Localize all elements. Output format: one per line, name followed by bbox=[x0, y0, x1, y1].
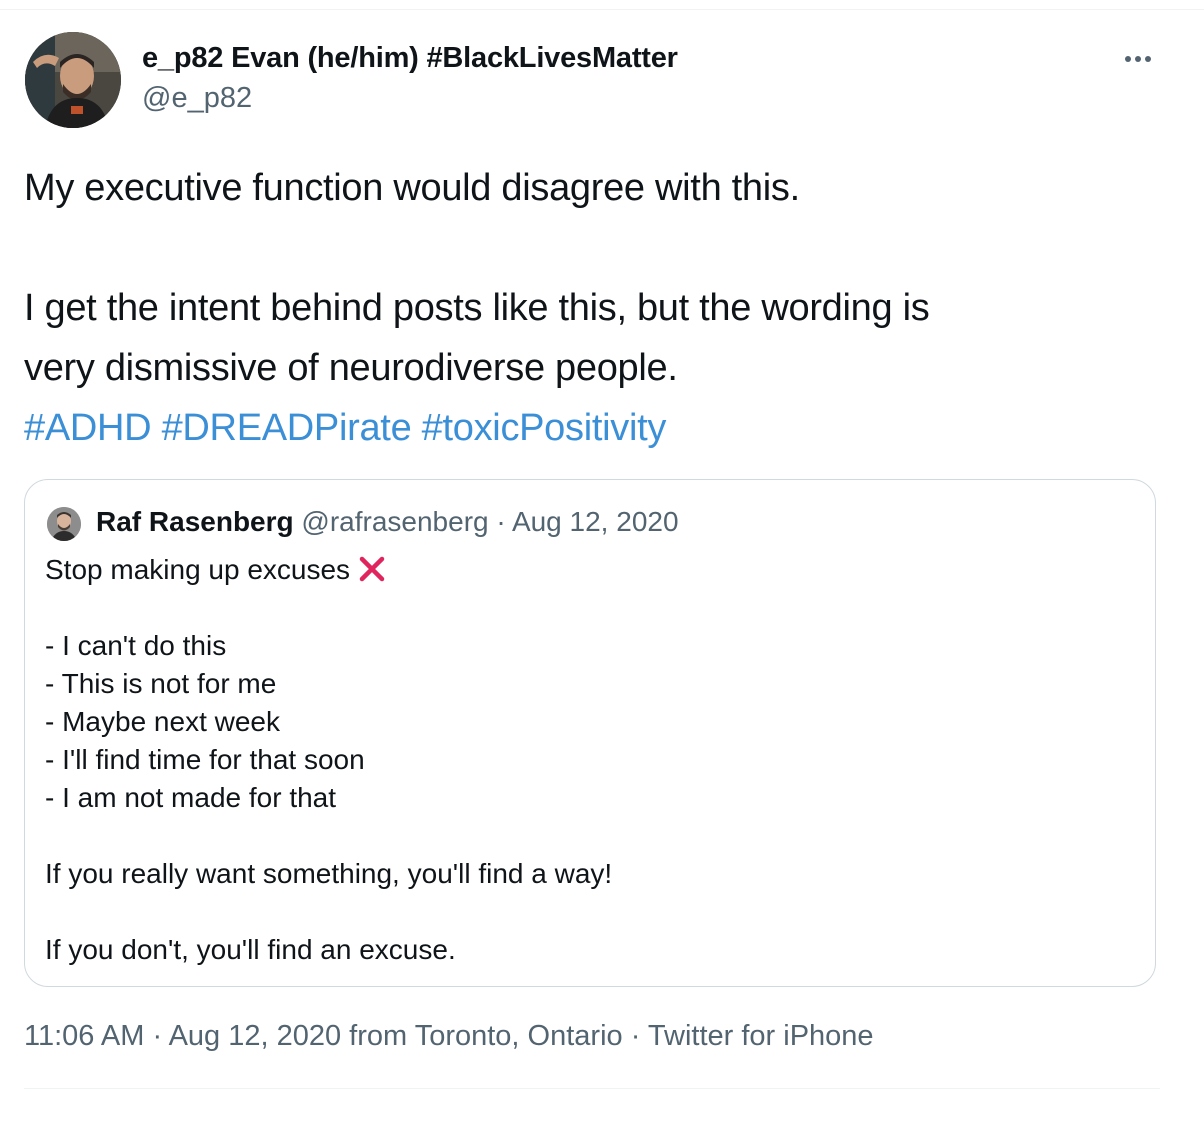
quoted-tweet-date: Aug 12, 2020 bbox=[511, 506, 679, 537]
quoted-tweet-card[interactable]: Raf Rasenberg @rafrasenberg · Aug 12, 20… bbox=[24, 479, 1156, 987]
meta-separator: · bbox=[144, 1020, 169, 1052]
tweet-text: My executive function would disagree wit… bbox=[24, 158, 1154, 458]
quoted-closing-line: If you don't, you'll find an excuse. bbox=[45, 934, 456, 965]
tweet-location: from Toronto, Ontario bbox=[341, 1020, 623, 1052]
meta-separator: · bbox=[488, 506, 512, 537]
quoted-closing-line: If you really want something, you'll fin… bbox=[45, 858, 613, 889]
quoted-author-name: Raf Rasenberg bbox=[96, 506, 294, 537]
more-horizontal-icon[interactable] bbox=[1118, 52, 1158, 66]
list-item: - I can't do this bbox=[45, 630, 227, 661]
quoted-tweet-body: Stop making up excuses - I can't do this… bbox=[45, 551, 612, 969]
author-handle[interactable]: @e_p82 bbox=[142, 82, 252, 115]
tweet-time[interactable]: 11:06 AM bbox=[24, 1020, 144, 1052]
list-item: - I'll find time for that soon bbox=[45, 744, 365, 775]
hashtag-row: #ADHD #DREADPirate #toxicPositivity bbox=[24, 398, 1154, 458]
meta-separator: · bbox=[622, 1020, 648, 1052]
tweet-line: very dismissive of neurodiverse people. bbox=[24, 347, 678, 389]
hashtag-link[interactable]: #ADHD bbox=[24, 407, 152, 449]
bottom-divider bbox=[24, 1088, 1160, 1089]
tweet-line: My executive function would disagree wit… bbox=[24, 167, 800, 209]
quoted-author-handle: @rafrasenberg bbox=[301, 506, 489, 537]
top-divider bbox=[0, 9, 1204, 10]
quoted-author-avatar bbox=[47, 507, 81, 541]
author-avatar-image bbox=[25, 32, 121, 128]
list-item: - I am not made for that bbox=[45, 782, 337, 813]
tweet-meta: 11:06 AM · Aug 12, 2020 from Toronto, On… bbox=[24, 1020, 874, 1053]
cross-mark-icon bbox=[358, 555, 386, 593]
hashtag-link[interactable]: #DREADPirate bbox=[162, 407, 412, 449]
quoted-text: Stop making up excuses bbox=[45, 554, 351, 585]
tweet-source-link[interactable]: Twitter for iPhone bbox=[648, 1020, 874, 1052]
list-item: - This is not for me bbox=[45, 668, 277, 699]
tweet-line: I get the intent behind posts like this,… bbox=[24, 287, 930, 329]
author-display-name[interactable]: e_p82 Evan (he/him) #BlackLivesMatter bbox=[142, 42, 678, 75]
list-item: - Maybe next week bbox=[45, 706, 280, 737]
hashtag-link[interactable]: #toxicPositivity bbox=[422, 407, 667, 449]
author-avatar[interactable] bbox=[25, 32, 121, 128]
quoted-first-line: Stop making up excuses bbox=[45, 551, 612, 589]
tweet-date[interactable]: Aug 12, 2020 bbox=[169, 1020, 342, 1052]
quoted-tweet-header: Raf Rasenberg @rafrasenberg · Aug 12, 20… bbox=[96, 506, 679, 538]
